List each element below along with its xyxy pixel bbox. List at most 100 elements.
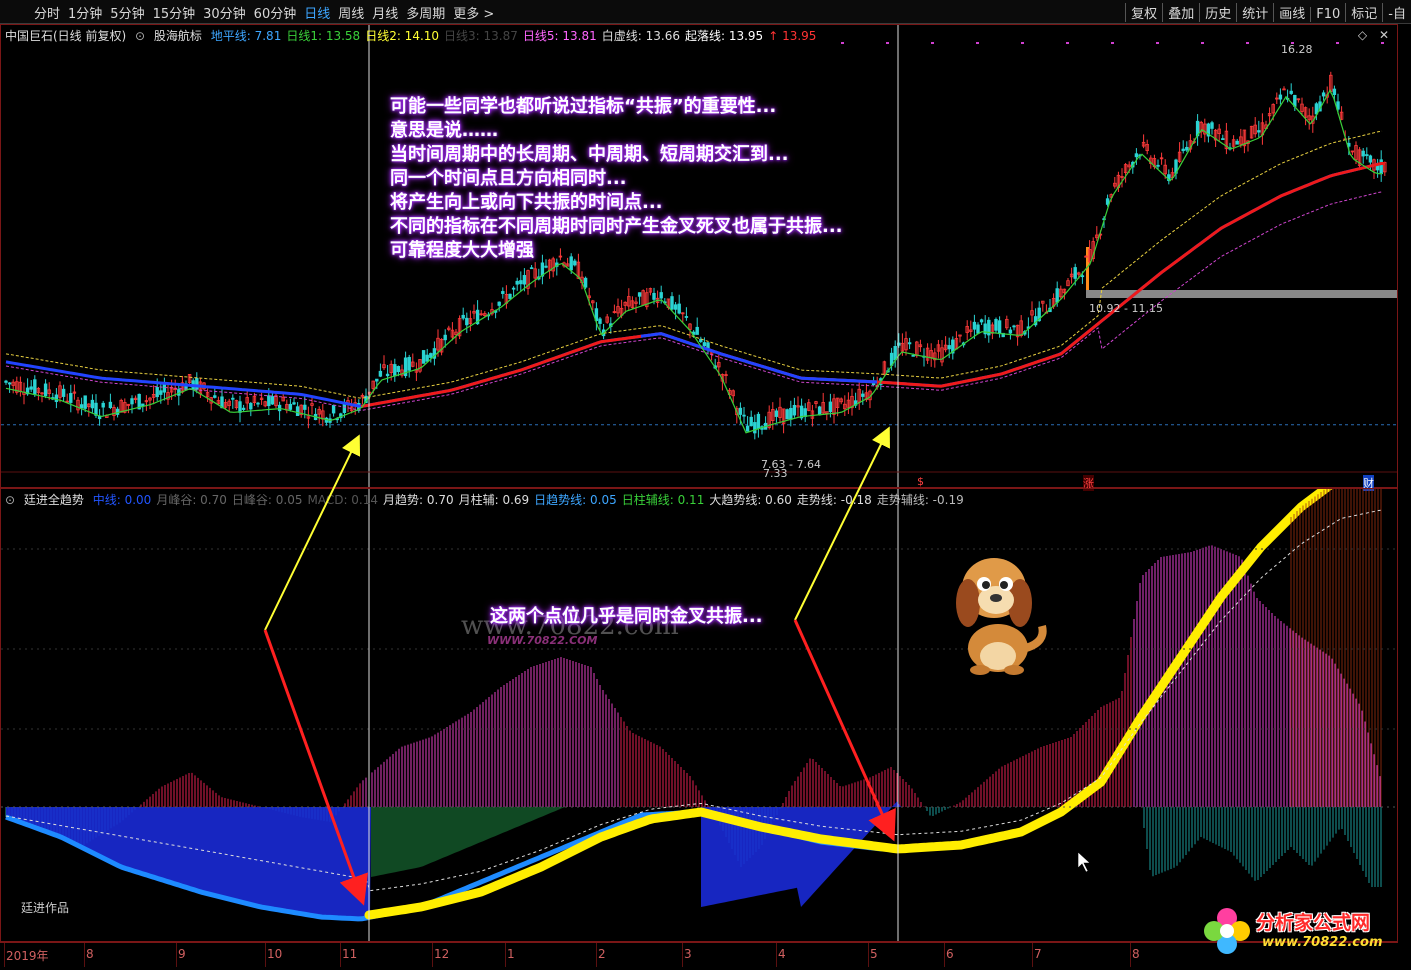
green-area xyxy=(371,807,601,877)
candle xyxy=(695,326,699,335)
candle xyxy=(1055,288,1059,303)
candle xyxy=(1278,94,1283,100)
candle xyxy=(429,353,433,358)
resonance-note: 可能一些同学也都听说过指标“共振”的重要性... 意思是说…… 当时间周期中的长… xyxy=(390,95,843,263)
axis-label: 5 xyxy=(870,947,878,961)
period-tab[interactable]: 更多 > xyxy=(449,3,498,22)
diamond-icon[interactable]: ◇ xyxy=(1358,28,1367,42)
legend-item: 日线5: 13.81 xyxy=(522,29,597,43)
indicator-toggle-icon[interactable]: ⊙ xyxy=(135,29,145,43)
note-line: 同一个时间点且方向相同时... xyxy=(390,168,627,189)
candle xyxy=(803,408,807,417)
candle xyxy=(90,399,95,409)
candle xyxy=(756,413,761,429)
legend-item: 地平线: 7.81 xyxy=(210,29,282,43)
candle xyxy=(994,319,998,331)
candle xyxy=(385,373,390,377)
candle xyxy=(673,304,678,310)
candle xyxy=(522,275,527,285)
axis-label: 10 xyxy=(267,947,283,961)
candle xyxy=(738,407,743,415)
signal-dot xyxy=(1066,42,1069,44)
candle xyxy=(511,287,516,290)
toolbar-button[interactable]: F10 xyxy=(1310,7,1345,22)
toolbar: 分时 1分钟 5分钟 15分钟 30分钟 60分钟 日线 周线 月线 多周期 更多 > 复权 叠加 历史… xyxy=(0,0,1411,24)
period-tab[interactable]: 15分钟 xyxy=(149,3,200,22)
legend-item: 日趋势线: 0.05 xyxy=(534,493,617,507)
oscillator-pane[interactable]: ⊙ 廷进全趋势 中线: 0.00 月峰谷: 0.70 日峰谷: 0.05 MACD: … xyxy=(0,488,1398,942)
candle xyxy=(519,280,523,285)
candle xyxy=(162,383,167,393)
axis-tick xyxy=(1032,943,1033,967)
indicator-toggle-icon[interactable]: ⊙ xyxy=(5,493,15,507)
signal-dot xyxy=(1336,42,1339,44)
period-tab[interactable]: 60分钟 xyxy=(250,3,301,22)
oscillator-legend: ⊙ 廷进全趋势 中线: 0.00 月峰谷: 0.70 日峰谷: 0.05 MACD: … xyxy=(5,491,969,508)
candle xyxy=(1012,325,1016,328)
indicator-name[interactable]: 股海航标 xyxy=(154,29,202,43)
axis-tick xyxy=(432,943,433,967)
legend-item: 起落线: 13.95 xyxy=(684,29,764,43)
low-label-2: 7.33 xyxy=(763,467,788,480)
candle xyxy=(130,398,134,405)
candle xyxy=(270,396,275,405)
legend-item: 白虚线: 13.66 xyxy=(601,29,680,43)
candle xyxy=(33,379,37,395)
candle xyxy=(396,366,401,373)
toolbar-button[interactable]: -自 xyxy=(1382,3,1411,22)
axis-label: 11 xyxy=(342,947,358,961)
marker-s[interactable]: $ xyxy=(917,475,924,488)
period-tab[interactable]: 日线 xyxy=(300,3,334,22)
legend-item: 日线2: 14.10 xyxy=(365,29,440,43)
axis-label: 9 xyxy=(178,947,186,961)
axis-label: 3 xyxy=(684,947,692,961)
candle xyxy=(461,314,465,319)
signal-dot xyxy=(1156,42,1159,44)
legend-item: 日柱辅线: 0.11 xyxy=(621,493,705,507)
period-tab[interactable]: 5分钟 xyxy=(106,3,148,22)
candle xyxy=(1361,150,1365,157)
candle xyxy=(1365,154,1369,156)
period-tab[interactable]: 30分钟 xyxy=(199,3,250,22)
toolbar-button[interactable]: 标记 xyxy=(1345,3,1382,22)
legend-item: 中线: 0.00 xyxy=(92,493,152,507)
candle xyxy=(1379,159,1383,175)
candle xyxy=(4,380,8,383)
toolbar-button[interactable]: 统计 xyxy=(1236,3,1273,22)
period-tab[interactable]: 分时 xyxy=(30,3,64,22)
toolbar-button[interactable]: 叠加 xyxy=(1162,3,1199,22)
period-tab[interactable]: 多周期 xyxy=(402,3,449,22)
axis-tick xyxy=(682,943,683,967)
signal-dot xyxy=(1246,42,1249,44)
axis-label: 1 xyxy=(507,947,515,961)
close-icon[interactable]: ✕ xyxy=(1379,28,1389,42)
golden-cross-note: 这两个点位几乎是同时金叉共振... xyxy=(490,606,763,627)
candle xyxy=(292,402,296,405)
axis-tick xyxy=(265,943,266,967)
candle xyxy=(501,291,505,294)
logo-text: 分析家公式网 xyxy=(1256,912,1371,934)
candle xyxy=(652,292,656,300)
candle xyxy=(1181,148,1185,152)
note-line: 意思是说…… xyxy=(390,120,498,141)
high-label: 16.28 xyxy=(1281,43,1313,56)
candle xyxy=(742,414,746,417)
candle xyxy=(1073,267,1077,279)
pane-controls[interactable]: ◇ ✕ xyxy=(1358,28,1389,42)
period-tab[interactable]: 周线 xyxy=(334,3,368,22)
note-line: 当时间周期中的长周期、中周期、短周期交汇到... xyxy=(390,144,789,165)
osc-indicator-name[interactable]: 廷进全趋势 xyxy=(24,493,84,507)
candle xyxy=(1332,88,1337,95)
candle xyxy=(295,406,300,416)
axis-label: 2 xyxy=(598,947,606,961)
toolbar-button[interactable]: 复权 xyxy=(1125,3,1162,22)
period-tab[interactable]: 月线 xyxy=(368,3,402,22)
axis-tick xyxy=(505,943,506,967)
axis-tick xyxy=(596,943,597,967)
candle xyxy=(497,301,501,306)
toolbar-button[interactable]: 画线 xyxy=(1273,3,1310,22)
toolbar-button[interactable]: 历史 xyxy=(1199,3,1236,22)
candle xyxy=(195,377,199,390)
period-tab[interactable]: 1分钟 xyxy=(64,3,106,22)
candle xyxy=(331,405,336,414)
